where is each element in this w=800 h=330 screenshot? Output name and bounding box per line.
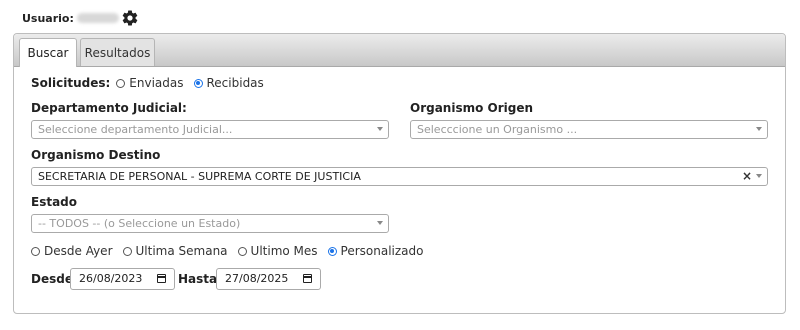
estado-placeholder: -- TODOS -- (o Seleccione un Estado) [38,217,241,230]
radio-personalizado-label: Personalizado [340,244,424,258]
desde-label: Desde [31,272,73,286]
radio-personalizado[interactable]: Personalizado [327,244,424,258]
tab-bar: Buscar Resultados [14,34,785,67]
solicitudes-row: Solicitudes: Enviadas Recibidas [31,76,274,90]
radio-ultimo-mes-circle[interactable] [237,246,247,256]
origen-label: Organismo Origen [410,101,534,115]
clear-icon[interactable]: × [742,168,752,185]
departamento-select[interactable]: Seleccione departamento Judicial... [31,120,389,139]
radio-ultima-semana-label: Ultima Semana [135,244,228,258]
calendar-icon[interactable] [303,274,312,283]
chevron-down-icon [756,174,762,178]
radio-enviadas-label: Enviadas [129,76,184,90]
radio-ultima-semana[interactable]: Ultima Semana [122,244,228,258]
desde-date-input[interactable]: 26/08/2023 [70,268,175,290]
destino-value: SECRETARIA DE PERSONAL - SUPREMA CORTE D… [38,170,361,183]
solicitudes-label: Solicitudes: [31,76,111,90]
radio-ultimo-mes[interactable]: Ultimo Mes [237,244,318,258]
radio-desde-ayer[interactable]: Desde Ayer [31,244,113,258]
desde-date-value: 26/08/2023 [79,272,143,285]
chevron-down-icon [377,127,383,131]
gear-icon[interactable] [121,9,139,27]
hasta-date-value: 27/08/2025 [225,272,289,285]
departamento-placeholder: Seleccione departamento Judicial... [38,123,233,136]
radio-desde-ayer-circle[interactable] [31,246,40,256]
radio-personalizado-circle[interactable] [327,246,337,256]
chevron-down-icon [377,221,383,225]
user-name-redacted [76,13,119,23]
estado-label: Estado [31,195,78,209]
search-panel: Buscar Resultados Solicitudes: Enviadas … [13,33,786,314]
hasta-date-input[interactable]: 27/08/2025 [216,268,321,290]
departamento-label: Departamento Judicial: [31,101,187,115]
chevron-down-icon [756,127,762,131]
tab-buscar[interactable]: Buscar [19,38,77,67]
radio-ultimo-mes-label: Ultimo Mes [250,244,318,258]
radio-recibidas-label: Recibidas [206,76,264,90]
radio-recibidas-circle[interactable] [193,78,203,88]
user-label: Usuario: [22,11,74,25]
radio-enviadas[interactable]: Enviadas [116,76,184,90]
radio-enviadas-circle[interactable] [116,78,126,88]
radio-recibidas[interactable]: Recibidas [193,76,264,90]
radio-ultima-semana-circle[interactable] [122,246,132,256]
estado-select[interactable]: -- TODOS -- (o Seleccione un Estado) [31,214,389,233]
destino-select[interactable]: SECRETARIA DE PERSONAL - SUPREMA CORTE D… [31,167,768,186]
radio-desde-ayer-label: Desde Ayer [44,244,113,258]
origen-placeholder: Selecccione un Organismo ... [417,123,578,136]
tab-resultados[interactable]: Resultados [80,38,155,66]
periodo-row: Desde Ayer Ultima Semana Ultimo Mes Pers… [31,244,434,258]
destino-label: Organismo Destino [31,148,161,162]
user-bar: Usuario: [22,8,139,28]
calendar-icon[interactable] [157,274,166,283]
hasta-label: Hasta [178,272,218,286]
origen-select[interactable]: Selecccione un Organismo ... [410,120,768,139]
